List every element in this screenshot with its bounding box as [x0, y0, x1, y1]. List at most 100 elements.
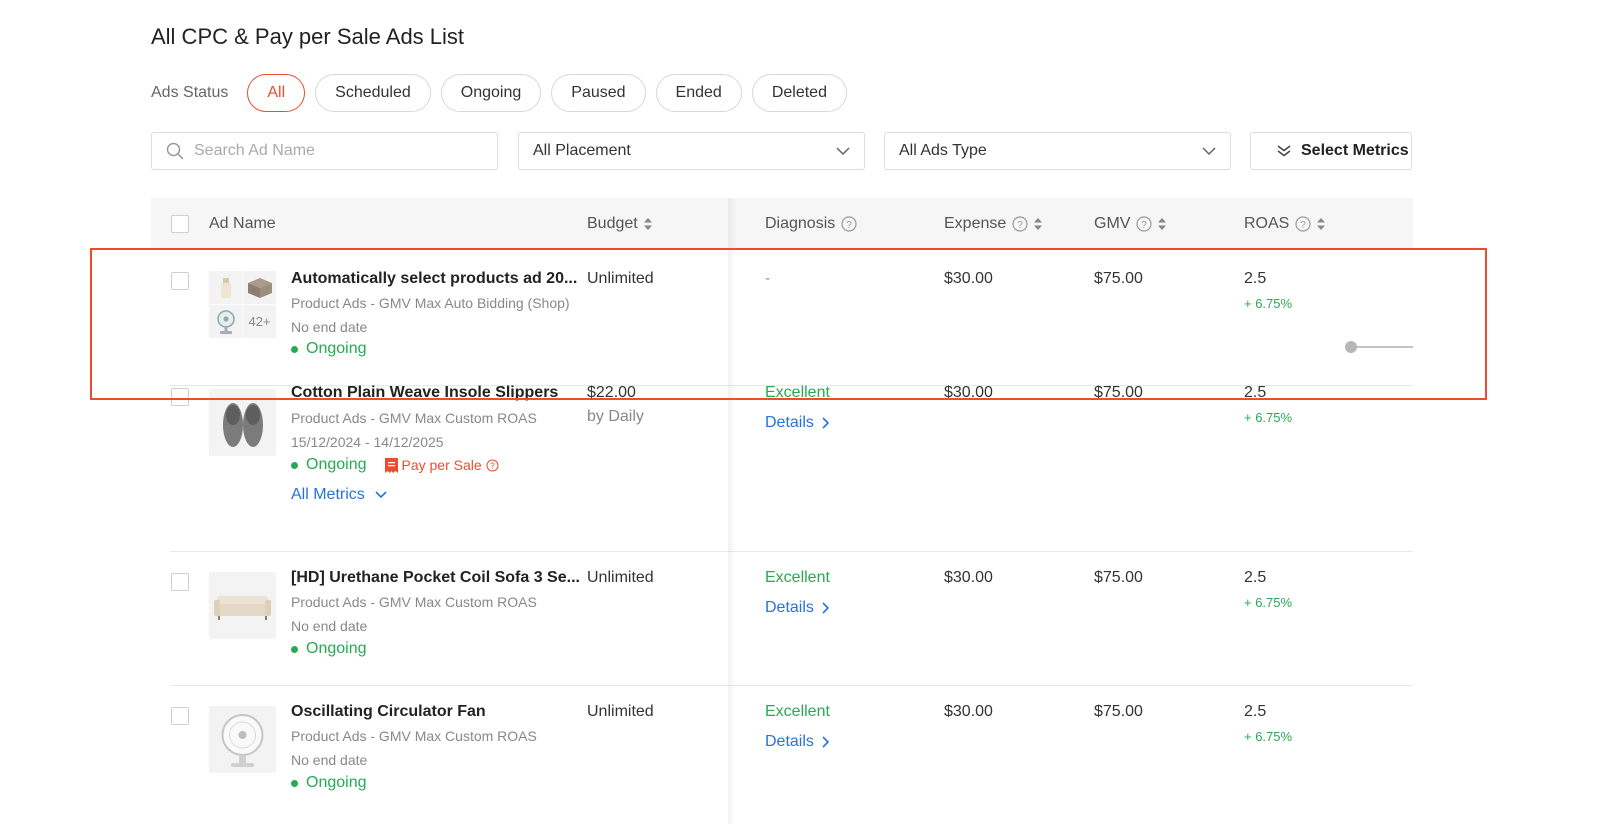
- sort-icon[interactable]: [1158, 218, 1167, 230]
- header-diagnosis-label: Diagnosis: [765, 215, 836, 232]
- placement-select-value: All Placement: [533, 142, 631, 159]
- row-checkbox[interactable]: [171, 573, 189, 591]
- search-input[interactable]: [194, 142, 474, 160]
- all-metrics-label: All Metrics: [291, 486, 365, 503]
- chevron-down-icon: [1202, 147, 1216, 155]
- pay-per-sale-tag: Pay per Sale ?: [384, 457, 499, 473]
- gmv-value: $75.00: [1094, 270, 1143, 287]
- details-label: Details: [765, 414, 814, 431]
- header-ad-name-label: Ad Name: [209, 215, 276, 232]
- chevron-right-icon: [822, 602, 830, 614]
- budget-value: $22.00: [587, 384, 636, 401]
- svg-text:?: ?: [1142, 220, 1148, 231]
- help-icon[interactable]: ?: [1136, 216, 1153, 232]
- roas-value: 2.5: [1244, 703, 1267, 720]
- ad-name[interactable]: [HD] Urethane Pocket Coil Sofa 3 Se...: [291, 569, 580, 587]
- ad-type: Product Ads - GMV Max Custom ROAS: [291, 594, 537, 610]
- header-budget-label: Budget: [587, 215, 638, 232]
- details-label: Details: [765, 599, 814, 616]
- status-pill-ongoing[interactable]: Ongoing: [440, 74, 542, 112]
- header-budget[interactable]: Budget: [587, 198, 652, 250]
- ad-name[interactable]: Automatically select products ad 20...: [291, 270, 577, 288]
- roas-change: + 6.75%: [1244, 296, 1293, 311]
- status-pill-scheduled[interactable]: Scheduled: [315, 74, 431, 112]
- select-all-checkbox[interactable]: [171, 215, 189, 233]
- roas-value: 2.5: [1244, 270, 1267, 287]
- ads-status-label: Ads Status: [151, 84, 229, 101]
- budget-value: Unlimited: [587, 569, 654, 586]
- sort-icon[interactable]: [1317, 218, 1326, 230]
- receipt-icon: [384, 457, 398, 473]
- roas-change: + 6.75%: [1244, 410, 1293, 425]
- ad-type: Product Ads - GMV Max Custom ROAS: [291, 410, 537, 426]
- status-pill-ended[interactable]: Ended: [655, 74, 742, 112]
- diagnosis-value: Excellent: [765, 703, 830, 720]
- search-box: [151, 132, 498, 170]
- product-thumbnail: [209, 572, 276, 639]
- ads-type-select[interactable]: All Ads Type: [884, 132, 1231, 170]
- ad-name[interactable]: Oscillating Circulator Fan: [291, 703, 486, 721]
- diagnosis-value: -: [765, 270, 771, 287]
- frozen-column-shadow: [728, 198, 736, 824]
- all-metrics-toggle[interactable]: All Metrics: [291, 486, 387, 504]
- sort-icon[interactable]: [643, 218, 652, 230]
- gmv-value: $75.00: [1094, 703, 1143, 720]
- gmv-value: $75.00: [1094, 569, 1143, 586]
- product-thumbnail: [243, 271, 276, 304]
- details-label: Details: [765, 733, 814, 750]
- sort-icon[interactable]: [1034, 218, 1043, 230]
- ad-status: Ongoing: [291, 774, 367, 792]
- status-pill-deleted[interactable]: Deleted: [751, 74, 847, 112]
- budget-value: Unlimited: [587, 270, 654, 287]
- ad-name[interactable]: Cotton Plain Weave Insole Slippers: [291, 384, 558, 402]
- help-icon[interactable]: ?: [1295, 216, 1311, 232]
- roas-change: + 6.75%: [1244, 595, 1293, 610]
- roas-value: 2.5: [1244, 384, 1267, 401]
- status-pill-all[interactable]: All: [247, 74, 306, 112]
- svg-text:?: ?: [1017, 220, 1023, 231]
- table-row: Cotton Plain Weave Insole Slippers Produ…: [151, 384, 1413, 552]
- ad-type: Product Ads - GMV Max Custom ROAS: [291, 728, 537, 744]
- placement-select[interactable]: All Placement: [518, 132, 865, 170]
- ad-status: Ongoing Pay per Sale ?: [291, 456, 499, 474]
- details-link[interactable]: Details: [765, 414, 830, 432]
- row-checkbox[interactable]: [171, 388, 189, 406]
- product-thumbnail: [209, 271, 242, 304]
- slider-handle[interactable]: [1345, 341, 1357, 353]
- header-expense[interactable]: Expense ?: [944, 198, 1043, 250]
- status-pill-paused[interactable]: Paused: [551, 74, 646, 112]
- status-dot-icon: [291, 645, 298, 653]
- details-link[interactable]: Details: [765, 599, 830, 617]
- product-thumbnail: [209, 389, 276, 456]
- row-checkbox[interactable]: [171, 272, 189, 290]
- chevron-down-icon: [375, 491, 387, 499]
- expense-value: $30.00: [944, 569, 993, 586]
- help-icon[interactable]: ?: [841, 216, 857, 232]
- ad-status: Ongoing: [291, 340, 367, 358]
- select-metrics-button[interactable]: Select Metrics: [1250, 132, 1412, 170]
- header-roas[interactable]: ROAS ?: [1244, 198, 1326, 250]
- product-thumbnail: [209, 305, 242, 338]
- header-gmv[interactable]: GMV ?: [1094, 198, 1167, 250]
- double-chevron-down-icon: [1277, 145, 1291, 157]
- scroll-slider[interactable]: [1345, 340, 1413, 354]
- table-row: Oscillating Circulator Fan Product Ads -…: [151, 686, 1413, 824]
- row-checkbox[interactable]: [171, 707, 189, 725]
- header-gmv-label: GMV: [1094, 215, 1131, 232]
- select-metrics-label: Select Metrics: [1301, 142, 1409, 159]
- help-icon[interactable]: ?: [486, 459, 499, 472]
- table-header: Ad Name Budget Diagnosis ? Expense ? GMV…: [151, 198, 1413, 250]
- header-roas-label: ROAS: [1244, 215, 1290, 232]
- help-icon[interactable]: ?: [1012, 216, 1028, 232]
- search-icon: [166, 142, 184, 160]
- roas-value: 2.5: [1244, 569, 1267, 586]
- ad-date: No end date: [291, 319, 368, 335]
- ads-status-filter: Ads Status All Scheduled Ongoing Paused …: [151, 74, 857, 112]
- details-link[interactable]: Details: [765, 733, 830, 751]
- chevron-right-icon: [822, 417, 830, 429]
- ad-date: No end date: [291, 752, 368, 768]
- diagnosis-value: Excellent: [765, 384, 830, 401]
- status-dot-icon: [291, 779, 298, 787]
- slider-track: [1351, 346, 1413, 348]
- expense-value: $30.00: [944, 384, 993, 401]
